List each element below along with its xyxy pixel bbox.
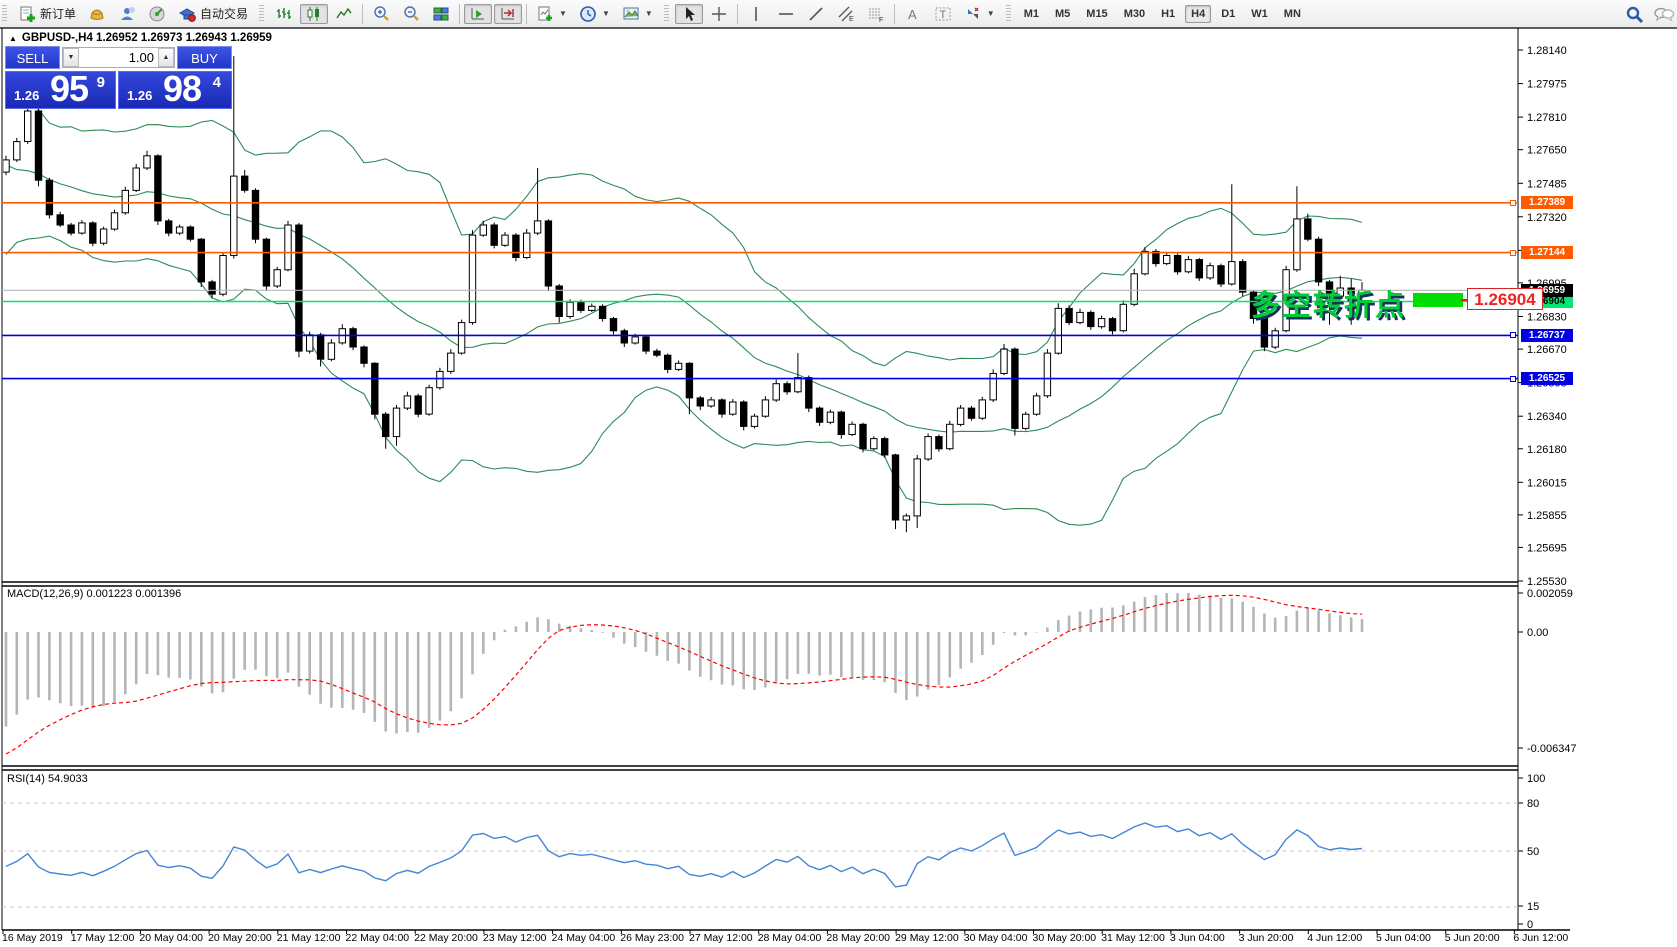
svg-text:15: 15: [1527, 901, 1539, 913]
svg-text:20 May 04:00: 20 May 04:00: [139, 932, 203, 944]
svg-text:28 May 04:00: 28 May 04:00: [758, 932, 822, 944]
svg-text:31 May 12:00: 31 May 12:00: [1101, 932, 1165, 944]
hline-price-label[interactable]: 1.26525: [1521, 372, 1573, 385]
svg-text:3 Jun 20:00: 3 Jun 20:00: [1239, 932, 1294, 944]
hline-price-label[interactable]: 1.26737: [1521, 329, 1573, 342]
svg-text:3 Jun 04:00: 3 Jun 04:00: [1170, 932, 1225, 944]
svg-text:22 May 20:00: 22 May 20:00: [414, 932, 478, 944]
sell-price-panel[interactable]: 1.26 95 9: [5, 71, 116, 109]
time-axis: 16 May 2019 17 May 12:00 20 May 04:00 20 Ma…: [2, 930, 1568, 944]
highlight-box[interactable]: [1413, 293, 1463, 307]
svg-text:22 May 04:00: 22 May 04:00: [346, 932, 410, 944]
one-click-trading-widget: SELL ▼ ▲ BUY 1.26 95 9 1.26 98 4: [5, 46, 232, 109]
symbol-quote-text: GBPUSD-,H4 1.26952 1.26973 1.26943 1.269…: [22, 32, 272, 44]
price-callout-label[interactable]: 1.26904: [1467, 288, 1543, 310]
sell-price-big: 95: [50, 68, 88, 110]
annotation-text[interactable]: 多空转折点: [1251, 282, 1406, 324]
macd-axis: 0.002059 0.00 -0.006347: [1518, 588, 1577, 755]
rsi-axis: 100 80 50 15 0: [1518, 773, 1545, 931]
svg-text:1.26340: 1.26340: [1527, 411, 1567, 423]
chart-title: ▲ GBPUSD-,H4 1.26952 1.26973 1.26943 1.2…: [9, 32, 272, 44]
hline-handle[interactable]: [1510, 376, 1516, 382]
svg-text:80: 80: [1527, 798, 1539, 810]
svg-text:-0.006347: -0.006347: [1527, 743, 1577, 755]
volume-decrease-button[interactable]: ▼: [63, 48, 79, 67]
svg-text:26 May 23:00: 26 May 23:00: [620, 932, 684, 944]
hline-handle[interactable]: [1510, 200, 1516, 206]
chart-canvas[interactable]: 1.28140 1.27975 1.27810 1.27650 1.27485 1.273…: [0, 0, 1677, 947]
svg-text:0: 0: [1527, 919, 1533, 931]
hline-handle[interactable]: [1510, 250, 1516, 256]
svg-text:0.00: 0.00: [1527, 627, 1548, 639]
svg-text:4 Jun 12:00: 4 Jun 12:00: [1307, 932, 1362, 944]
buy-button[interactable]: BUY: [177, 46, 232, 69]
svg-text:5 Jun 20:00: 5 Jun 20:00: [1445, 932, 1500, 944]
buy-price-prefix: 1.26: [127, 88, 152, 103]
svg-text:1.25530: 1.25530: [1527, 576, 1567, 588]
svg-text:100: 100: [1527, 773, 1545, 785]
buy-price-pip: 4: [213, 74, 221, 91]
svg-text:1.27320: 1.27320: [1527, 212, 1567, 224]
svg-text:20 May 20:00: 20 May 20:00: [208, 932, 272, 944]
svg-text:1.27810: 1.27810: [1527, 112, 1567, 124]
rsi-indicator: [6, 823, 1362, 887]
pane-borders: [2, 28, 1570, 930]
svg-text:17 May 12:00: 17 May 12:00: [71, 932, 135, 944]
svg-text:5 Jun 04:00: 5 Jun 04:00: [1376, 932, 1431, 944]
svg-text:24 May 04:00: 24 May 04:00: [552, 932, 616, 944]
sell-price-prefix: 1.26: [14, 88, 39, 103]
svg-text:1.27975: 1.27975: [1527, 79, 1567, 91]
volume-increase-button[interactable]: ▲: [158, 48, 174, 67]
svg-text:1.25695: 1.25695: [1527, 542, 1567, 554]
hline-handle[interactable]: [1510, 332, 1516, 338]
bollinger-bands: [6, 75, 1362, 525]
svg-text:30 May 20:00: 30 May 20:00: [1033, 932, 1097, 944]
collapse-triangle-icon[interactable]: ▲: [9, 34, 17, 43]
svg-text:1.25855: 1.25855: [1527, 510, 1567, 522]
buy-price-panel[interactable]: 1.26 98 4: [118, 71, 232, 109]
macd-indicator: [6, 593, 1362, 754]
svg-text:16 May 2019: 16 May 2019: [2, 932, 63, 944]
svg-text:1.26180: 1.26180: [1527, 444, 1567, 456]
hline-price-label[interactable]: 1.27389: [1521, 196, 1573, 209]
svg-text:1.27650: 1.27650: [1527, 145, 1567, 157]
macd-label: MACD(12,26,9) 0.001223 0.001396: [7, 588, 181, 600]
svg-text:28 May 20:00: 28 May 20:00: [826, 932, 890, 944]
hline-price-label[interactable]: 1.27144: [1521, 246, 1573, 259]
sell-price-pip: 9: [97, 74, 105, 91]
mt4-window: 新订单 自动交易: [0, 0, 1677, 947]
svg-text:1.26830: 1.26830: [1527, 312, 1567, 324]
volume-spinner: ▼ ▲: [62, 47, 175, 68]
svg-text:50: 50: [1527, 846, 1539, 858]
buy-price-big: 98: [163, 68, 201, 110]
volume-input[interactable]: [79, 48, 158, 67]
rsi-label: RSI(14) 54.9033: [7, 773, 88, 785]
svg-text:27 May 12:00: 27 May 12:00: [689, 932, 753, 944]
svg-text:1.26670: 1.26670: [1527, 344, 1567, 356]
price-axis: 1.28140 1.27975 1.27810 1.27650 1.27485 1.273…: [1518, 45, 1567, 588]
svg-text:6 Jun 12:00: 6 Jun 12:00: [1513, 932, 1568, 944]
sell-button[interactable]: SELL: [5, 46, 60, 69]
svg-text:21 May 12:00: 21 May 12:00: [277, 932, 341, 944]
svg-text:29 May 12:00: 29 May 12:00: [895, 932, 959, 944]
svg-text:0.002059: 0.002059: [1527, 588, 1573, 600]
svg-text:1.28140: 1.28140: [1527, 45, 1567, 57]
svg-text:1.26015: 1.26015: [1527, 477, 1567, 489]
svg-text:30 May 04:00: 30 May 04:00: [964, 932, 1028, 944]
svg-text:1.27485: 1.27485: [1527, 178, 1567, 190]
svg-text:23 May 12:00: 23 May 12:00: [483, 932, 547, 944]
candlesticks: [3, 56, 1365, 532]
